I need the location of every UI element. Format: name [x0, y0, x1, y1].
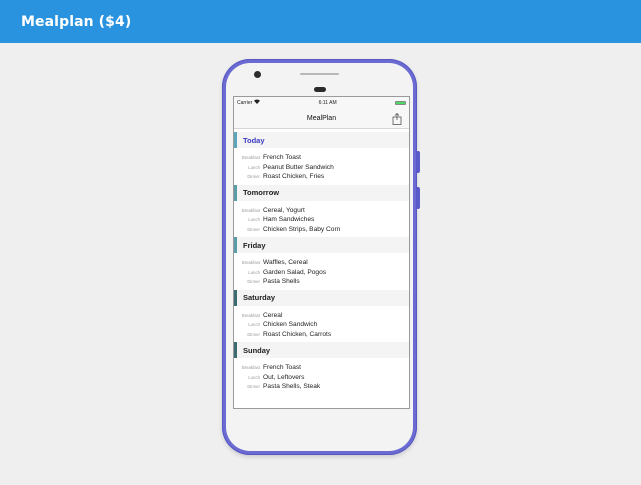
meal-row-lunch[interactable]: Lunch Chicken Sandwich — [234, 320, 409, 330]
nav-bar: MealPlan — [234, 108, 409, 129]
meal-group-saturday[interactable]: Breakfast Cereal Lunch Chicken Sandwich … — [234, 305, 409, 342]
meal-value: Garden Salad, Pogos — [263, 268, 327, 276]
meal-row-breakfast[interactable]: Breakfast French Toast — [234, 153, 409, 163]
carrier-label: Carrier — [237, 99, 253, 106]
meal-label: Breakfast — [241, 312, 260, 318]
section-header-today: Today — [234, 132, 409, 148]
meal-value: Pasta Shells, Steak — [263, 383, 321, 391]
meal-label: Dinner — [247, 279, 260, 285]
power-button — [417, 187, 420, 209]
section-header-tomorrow: Tomorrow — [234, 184, 409, 201]
meal-row-dinner[interactable]: Dinner Roast Chicken, Fries — [234, 172, 409, 182]
page-header: Mealplan ($4) — [0, 0, 641, 43]
speaker-grille — [300, 73, 339, 75]
meal-row-breakfast[interactable]: Breakfast Cereal — [234, 311, 409, 321]
meal-value: Peanut Butter Sandwich — [263, 163, 334, 171]
meal-label: Lunch — [248, 164, 260, 170]
meal-label: Lunch — [248, 269, 260, 275]
meal-row-lunch[interactable]: Lunch Peanut Butter Sandwich — [234, 163, 409, 173]
meal-row-dinner[interactable]: Dinner Roast Chicken, Carrots — [234, 330, 409, 340]
meal-value: Roast Chicken, Carrots — [263, 330, 332, 338]
page-title: Mealplan ($4) — [21, 13, 132, 30]
meal-group-sunday[interactable]: Breakfast French Toast Lunch Out, Leftov… — [234, 358, 409, 395]
meal-label: Breakfast — [241, 365, 260, 371]
meal-label: Breakfast — [241, 260, 260, 266]
nav-title: MealPlan — [306, 114, 337, 122]
meal-label: Breakfast — [241, 155, 260, 161]
meal-value: Cereal, Yogurt — [263, 206, 305, 214]
meal-group-tomorrow[interactable]: Breakfast Cereal, Yogurt Lunch Ham Sandw… — [234, 200, 409, 237]
meal-row-lunch[interactable]: Lunch Garden Salad, Pogos — [234, 268, 409, 278]
meal-value: Cereal — [263, 311, 283, 319]
meal-value: French Toast — [263, 364, 301, 372]
meal-row-breakfast[interactable]: Breakfast French Toast — [234, 363, 409, 373]
front-sensor — [314, 87, 326, 92]
battery-icon — [394, 100, 406, 105]
meal-value: Ham Sandwiches — [263, 216, 315, 224]
phone-screen: Carrier 6:11 AM MealPlan Today Breakfast… — [233, 96, 410, 409]
meal-label: Dinner — [247, 226, 260, 232]
meal-value: Out, Leftovers — [263, 373, 305, 381]
status-bar: Carrier 6:11 AM — [234, 97, 409, 108]
meal-value: Chicken Sandwich — [263, 321, 318, 329]
meal-list[interactable]: Today Breakfast French Toast Lunch Peanu… — [234, 129, 409, 395]
meal-value: Chicken Strips, Baby Corn — [263, 225, 341, 233]
meal-row-breakfast[interactable]: Breakfast Cereal, Yogurt — [234, 206, 409, 216]
meal-value: French Toast — [263, 154, 301, 162]
meal-row-dinner[interactable]: Dinner Chicken Strips, Baby Corn — [234, 225, 409, 235]
meal-row-breakfast[interactable]: Breakfast Waffles, Cereal — [234, 258, 409, 268]
meal-label: Lunch — [248, 374, 260, 380]
section-header-saturday: Saturday — [234, 289, 409, 306]
meal-group-friday[interactable]: Breakfast Waffles, Cereal Lunch Garden S… — [234, 253, 409, 290]
status-time: 6:11 AM — [318, 99, 337, 106]
meal-value: Roast Chicken, Fries — [263, 173, 325, 181]
section-header-sunday: Sunday — [234, 342, 409, 358]
wifi-icon — [254, 99, 261, 106]
meal-label: Lunch — [248, 322, 260, 328]
meal-row-lunch[interactable]: Lunch Ham Sandwiches — [234, 215, 409, 225]
meal-row-dinner[interactable]: Dinner Pasta Shells — [234, 277, 409, 287]
meal-label: Dinner — [247, 384, 260, 390]
meal-label: Lunch — [248, 217, 260, 223]
meal-label: Dinner — [247, 331, 260, 337]
meal-label: Dinner — [247, 174, 260, 180]
meal-label: Breakfast — [241, 207, 260, 213]
meal-group-today[interactable]: Breakfast French Toast Lunch Peanut Butt… — [234, 148, 409, 185]
section-header-friday: Friday — [234, 237, 409, 253]
volume-button — [417, 151, 420, 173]
meal-value: Pasta Shells — [263, 278, 300, 286]
meal-row-dinner[interactable]: Dinner Pasta Shells, Steak — [234, 382, 409, 392]
camera-icon — [254, 71, 261, 78]
meal-row-lunch[interactable]: Lunch Out, Leftovers — [234, 373, 409, 383]
share-icon[interactable] — [392, 112, 402, 125]
meal-value: Waffles, Cereal — [263, 259, 308, 267]
